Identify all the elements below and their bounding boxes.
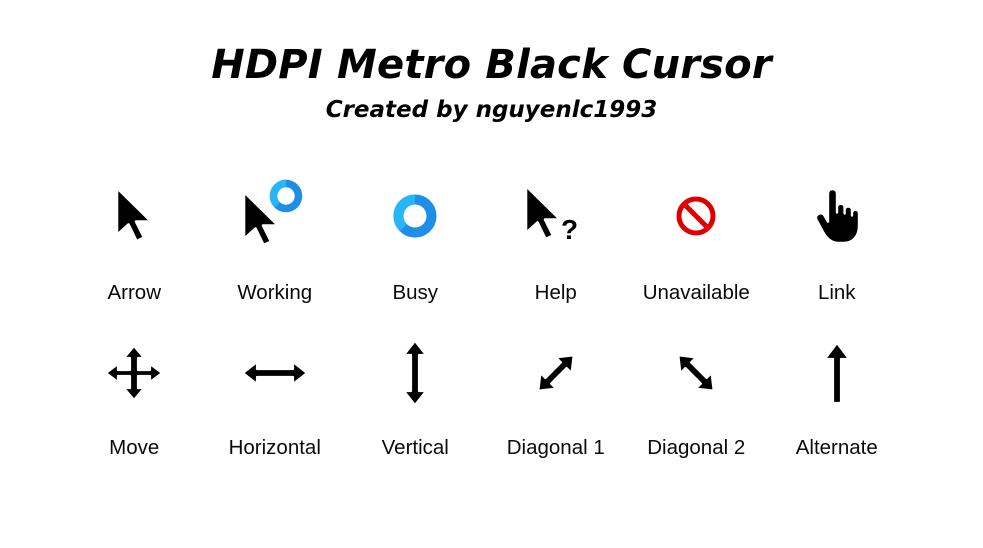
- cursor-cell-unavailable[interactable]: Unavailable: [626, 173, 767, 305]
- resize-horizontal-cursor-icon: [215, 330, 335, 416]
- cursor-label: Move: [109, 436, 160, 459]
- working-ring: [269, 179, 302, 213]
- cursor-label: Help: [534, 281, 577, 304]
- cursor-cell-link[interactable]: Link: [767, 173, 908, 305]
- link-hand-cursor-icon: [777, 173, 897, 259]
- cursor-cell-alternate[interactable]: Alternate: [767, 330, 908, 460]
- cursor-label: Link: [817, 281, 856, 304]
- cursor-label: Alternate: [795, 436, 878, 459]
- cursor-label: Diagonal 2: [647, 436, 746, 459]
- page-title: HDPI Metro Black Cursor: [211, 42, 772, 88]
- cursor-grid: Arrow Working Busy ? Help Unavailable Li…: [64, 160, 919, 460]
- cursor-row: Move Horizontal Vertical Diagonal 1 Diag…: [64, 305, 919, 460]
- cursor-label: Vertical: [381, 436, 449, 459]
- page-subtitle: Created by nguyenlc1993: [325, 97, 658, 123]
- cursor-cell-help[interactable]: ? Help: [486, 173, 627, 305]
- cursor-cell-busy[interactable]: Busy: [345, 173, 486, 305]
- cursor-cell-diagonal-1[interactable]: Diagonal 1: [486, 330, 627, 460]
- cursor-cell-arrow[interactable]: Arrow: [64, 173, 205, 305]
- busy-cursor-icon: [355, 173, 475, 259]
- cursor-label: Arrow: [107, 281, 162, 304]
- header: HDPI Metro Black Cursor Created by nguye…: [0, 42, 983, 124]
- cursor-label: Unavailable: [642, 281, 750, 304]
- resize-diagonal-2-cursor-icon: [636, 330, 756, 416]
- cursor-label: Busy: [392, 281, 439, 304]
- unavailable-cursor-icon: [636, 173, 756, 259]
- cursor-cell-vertical[interactable]: Vertical: [345, 330, 486, 460]
- alternate-select-cursor-icon: [777, 330, 897, 416]
- cursor-cell-diagonal-2[interactable]: Diagonal 2: [626, 330, 767, 460]
- cursor-cell-move[interactable]: Move: [64, 330, 205, 460]
- resize-diagonal-1-cursor-icon: [496, 330, 616, 416]
- help-cursor-icon: ?: [496, 173, 616, 259]
- move-cursor-icon: [74, 330, 194, 416]
- cursor-label: Working: [237, 281, 313, 304]
- cursor-label: Diagonal 1: [506, 436, 605, 459]
- arrow-cursor-icon: [74, 173, 194, 259]
- cursor-cell-horizontal[interactable]: Horizontal: [205, 330, 346, 460]
- working-cursor-icon: [215, 173, 335, 259]
- resize-vertical-cursor-icon: [355, 330, 475, 416]
- cursor-cell-working[interactable]: Working: [205, 173, 346, 305]
- cursor-theme-preview-sheet: HDPI Metro Black Cursor Created by nguye…: [0, 0, 983, 548]
- svg-text:?: ?: [561, 214, 578, 245]
- cursor-label: Horizontal: [228, 436, 321, 459]
- cursor-row: Arrow Working Busy ? Help Unavailable Li…: [64, 160, 919, 305]
